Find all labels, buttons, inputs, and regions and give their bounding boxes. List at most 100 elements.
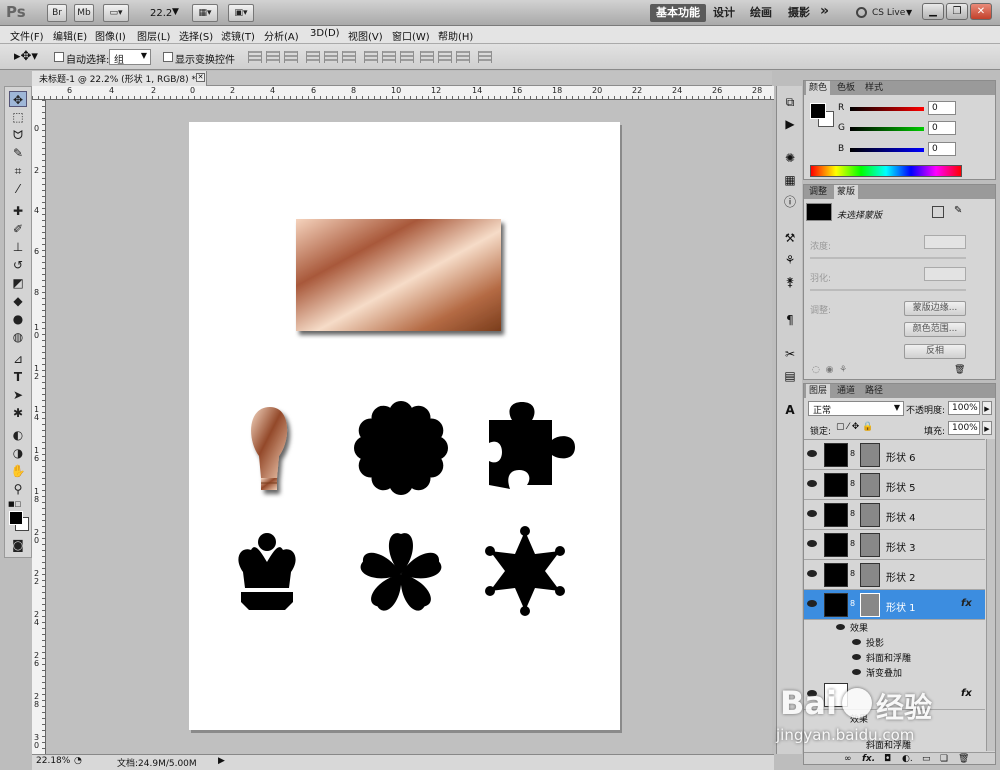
zoom-tool-icon[interactable]: ⚲ [9, 481, 27, 497]
puzzle-shape[interactable] [489, 402, 575, 489]
visibility-eye-icon[interactable] [807, 690, 817, 697]
3d-orbit-icon[interactable]: ◑ [9, 445, 27, 461]
effect-bevel-emboss[interactable]: 斜面和浮雕 [866, 738, 911, 751]
add-style-icon[interactable]: fx. [862, 753, 875, 764]
new-group-icon[interactable]: ▭ [922, 753, 931, 764]
cslive-dropdown-icon[interactable]: ▼ [906, 8, 912, 17]
dodge-tool-icon[interactable]: ◍ [9, 329, 27, 345]
visibility-eye-icon[interactable] [807, 570, 817, 577]
hand-tool-icon[interactable]: ✋ [9, 463, 27, 479]
channel-r-slider[interactable] [850, 107, 924, 111]
feather-slider[interactable] [810, 289, 966, 291]
layer-name[interactable]: 形状 6 [886, 449, 916, 464]
tab-masks[interactable]: 蒙版 [834, 185, 859, 199]
auto-align-icon[interactable] [478, 51, 492, 63]
mask-edge-button[interactable]: 蒙版边缘... [904, 301, 966, 316]
channel-b-input[interactable]: 0 [928, 142, 956, 156]
visibility-eye-icon[interactable] [807, 450, 817, 457]
document-tab[interactable]: 未标题-1 @ 22.2% (形状 1, RGB/8) * [32, 71, 207, 86]
density-input[interactable] [924, 235, 966, 249]
effect-bevel-emboss[interactable]: 斜面和浮雕 [866, 651, 911, 664]
status-menu-arrow-icon[interactable]: ▶ [218, 756, 225, 766]
minimize-button[interactable]: ▁ [922, 3, 944, 20]
mask-footer-icons[interactable]: ◌ ◉ ⚘ [812, 365, 847, 375]
pixel-mask-icon[interactable] [932, 206, 944, 218]
notes-panel-icon[interactable]: ▤ [781, 368, 799, 384]
type-tool-icon[interactable]: T [9, 369, 27, 385]
eyedropper-tool-icon[interactable]: ⁄ [9, 181, 27, 197]
layer-row[interactable]: fx [804, 680, 985, 710]
arrange-documents-button[interactable]: ▦▾ [192, 4, 218, 22]
pen-tool-icon[interactable]: ⊿ [9, 351, 27, 367]
density-slider[interactable] [810, 257, 966, 259]
menu-3d[interactable]: 3D(D) [310, 28, 340, 39]
auto-select-dropdown[interactable]: 组 ▼ [109, 49, 151, 66]
actions-panel-icon[interactable]: ▶ [781, 116, 799, 132]
canvas-area[interactable] [46, 100, 772, 754]
distribute-left-icon[interactable] [420, 51, 434, 63]
tab-channels[interactable]: 通道 [834, 384, 858, 398]
zoom-level[interactable]: 22.2 [150, 8, 172, 19]
path-select-icon[interactable]: ➤ [9, 387, 27, 403]
opacity-arrow-icon[interactable]: ▶ [982, 401, 992, 415]
clover-shape[interactable] [358, 533, 443, 614]
menu-view[interactable]: 视图(V) [348, 28, 383, 43]
visibility-eye-icon[interactable] [852, 669, 861, 675]
default-colors-icon[interactable]: ■□ [8, 500, 21, 508]
visibility-eye-icon[interactable] [852, 639, 861, 645]
layer-name[interactable]: 形状 1 [886, 599, 916, 614]
menu-help[interactable]: 帮助(H) [438, 28, 473, 43]
align-hcenter-icon[interactable] [324, 51, 338, 63]
copper-rectangle-shape[interactable] [296, 219, 501, 331]
lasso-tool-icon[interactable]: ᗢ [9, 127, 27, 143]
color-spectrum-ramp[interactable] [810, 165, 962, 177]
layer-row[interactable]: 8 形状 3 [804, 530, 985, 560]
tab-layers[interactable]: 图层 [806, 384, 831, 398]
fx-badge[interactable]: fx [961, 688, 972, 699]
visibility-eye-icon[interactable] [852, 654, 861, 660]
link-layers-icon[interactable]: ∞ [844, 753, 852, 764]
menu-filter[interactable]: 滤镜(T) [221, 28, 255, 43]
align-left-icon[interactable] [306, 51, 320, 63]
tool-preset-icon[interactable]: ⚵ [781, 274, 799, 290]
align-bottom-icon[interactable] [284, 51, 298, 63]
menu-file[interactable]: 文件(F) [10, 28, 44, 43]
fill-input[interactable]: 100% [948, 421, 980, 435]
crop-tool-icon[interactable]: ⌗ [9, 163, 27, 179]
clone-source-icon[interactable]: ⚘ [781, 252, 799, 268]
distribute-bottom-icon[interactable] [400, 51, 414, 63]
layer-row[interactable]: 8 形状 2 [804, 560, 985, 590]
foreground-color-swatch[interactable] [9, 511, 23, 525]
channel-g-slider[interactable] [850, 127, 924, 131]
character-panel-icon[interactable]: A [781, 402, 799, 418]
fx-badge[interactable]: fx [961, 598, 972, 609]
fill-arrow-icon[interactable]: ▶ [982, 421, 992, 435]
show-transform-checkbox[interactable] [163, 52, 173, 62]
distribute-right-icon[interactable] [456, 51, 470, 63]
flower-shape[interactable] [354, 401, 448, 495]
channel-r-input[interactable]: 0 [928, 101, 956, 115]
distribute-vcenter-icon[interactable] [382, 51, 396, 63]
distribute-hcenter-icon[interactable] [438, 51, 452, 63]
distribute-top-icon[interactable] [364, 51, 378, 63]
clone-stamp-icon[interactable]: ⊥ [9, 239, 27, 255]
add-mask-icon[interactable]: ◘ [884, 753, 891, 764]
menu-analysis[interactable]: 分析(A) [264, 28, 299, 43]
close-button[interactable]: ✕ [970, 3, 992, 20]
layer-row-selected[interactable]: 8 形状 1 fx [804, 590, 985, 620]
lightbulb-shape[interactable] [251, 407, 288, 490]
view-extras-button[interactable]: ▭▾ [103, 4, 129, 22]
layer-name[interactable]: 形状 4 [886, 509, 916, 524]
visibility-eye-icon[interactable] [836, 624, 845, 630]
blur-tool-icon[interactable]: ● [9, 311, 27, 327]
layer-name[interactable]: 形状 2 [886, 569, 916, 584]
menu-window[interactable]: 窗口(W) [392, 28, 430, 43]
document-canvas[interactable] [189, 122, 620, 730]
layers-scrollbar[interactable] [986, 439, 995, 751]
move-tool-icon[interactable]: ✥ [9, 91, 27, 107]
effect-gradient-overlay[interactable]: 渐变叠加 [866, 666, 902, 679]
layer-row[interactable]: 8 形状 5 [804, 470, 985, 500]
effect-drop-shadow[interactable]: 投影 [866, 636, 884, 649]
bridge-button[interactable]: Br [47, 4, 67, 22]
3d-rotate-icon[interactable]: ◐ [9, 427, 27, 443]
